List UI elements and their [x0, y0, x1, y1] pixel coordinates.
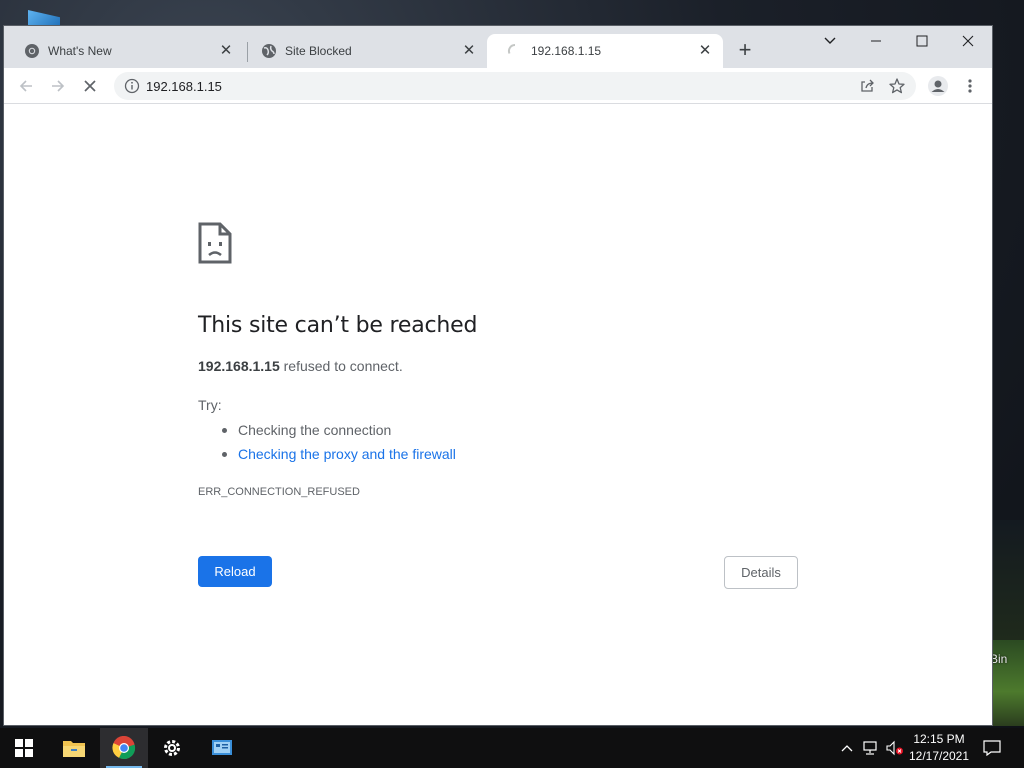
url-text[interactable]: 192.168.1.15: [146, 79, 222, 94]
stop-loading-button[interactable]: [78, 74, 102, 98]
info-icon[interactable]: [124, 78, 140, 94]
tab-title: 192.168.1.15: [531, 44, 602, 58]
share-icon[interactable]: [860, 78, 876, 94]
wallpaper-detail: [992, 520, 1024, 640]
chrome-icon: [24, 43, 40, 59]
tab-whats-new[interactable]: What's New ✕: [4, 34, 244, 68]
taskbar: 12:15 PM 12/17/2021: [0, 728, 1024, 768]
suggestion-check-connection: Checking the connection: [222, 421, 456, 445]
loading-spinner-icon: [507, 43, 523, 59]
tab-site-blocked[interactable]: Site Blocked ✕: [241, 34, 487, 68]
clock-date: 12/17/2021: [908, 749, 970, 763]
tab-search-button[interactable]: [807, 26, 853, 56]
error-title: This site can’t be reached: [198, 313, 478, 338]
chrome-icon[interactable]: [100, 728, 148, 768]
clock-time: 12:15 PM: [913, 732, 965, 746]
bookmark-star-icon[interactable]: [888, 77, 906, 95]
globe-icon: [261, 43, 277, 59]
reload-button[interactable]: Reload: [198, 556, 272, 587]
error-code: ERR_CONNECTION_REFUSED: [198, 486, 360, 498]
forward-button[interactable]: [46, 74, 70, 98]
suggestion-check-proxy-link[interactable]: Checking the proxy and the firewall: [222, 445, 456, 469]
sad-page-icon: [198, 222, 232, 269]
menu-kebab-icon[interactable]: [958, 74, 982, 98]
error-message: 192.168.1.15 refused to connect.: [198, 358, 403, 374]
maximize-button[interactable]: [899, 26, 945, 56]
profile-avatar-icon[interactable]: [926, 74, 950, 98]
control-panel-icon[interactable]: [198, 728, 246, 768]
browser-toolbar: 192.168.1.15: [4, 68, 992, 104]
back-button[interactable]: [14, 74, 38, 98]
address-bar[interactable]: 192.168.1.15: [114, 72, 916, 100]
new-tab-button[interactable]: +: [734, 39, 756, 62]
minimize-button[interactable]: [853, 26, 899, 56]
error-page: This site can’t be reached 192.168.1.15 …: [4, 105, 992, 725]
error-host: 192.168.1.15: [198, 358, 280, 374]
try-label: Try:: [198, 397, 222, 413]
network-icon[interactable]: [860, 728, 882, 768]
close-tab-icon[interactable]: ✕: [697, 43, 713, 59]
taskbar-clock[interactable]: 12:15 PM 12/17/2021: [902, 731, 976, 765]
file-explorer-icon[interactable]: [50, 728, 98, 768]
error-message-text: refused to connect.: [279, 358, 403, 374]
close-window-button[interactable]: [945, 26, 991, 56]
suggestion-list: Checking the connection Checking the pro…: [222, 421, 456, 469]
show-hidden-icons-chevron-icon[interactable]: [838, 728, 856, 768]
close-tab-icon[interactable]: ✕: [218, 43, 234, 59]
tab-active-192-168-1-15[interactable]: 192.168.1.15 ✕: [487, 34, 723, 68]
details-button[interactable]: Details: [724, 556, 798, 589]
close-tab-icon[interactable]: ✕: [461, 43, 477, 59]
settings-gear-icon[interactable]: [148, 728, 196, 768]
recycle-bin-label[interactable]: Bin: [990, 652, 1007, 666]
tab-title: Site Blocked: [285, 44, 352, 58]
notification-center-icon[interactable]: [980, 728, 1004, 768]
tab-strip: What's New ✕ Site Blocked ✕ 192.168.1.15…: [4, 26, 992, 68]
tab-title: What's New: [48, 44, 112, 58]
windows-start-icon[interactable]: [0, 728, 48, 768]
browser-window: What's New ✕ Site Blocked ✕ 192.168.1.15…: [4, 26, 992, 725]
